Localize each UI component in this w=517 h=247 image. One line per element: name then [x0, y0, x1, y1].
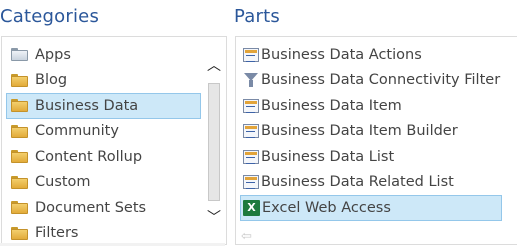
- excel-icon: X: [243, 199, 260, 216]
- category-item-filters[interactable]: Filters: [6, 221, 201, 245]
- categories-scrollbar[interactable]: ︿ ﹀: [204, 41, 224, 238]
- folder-icon: [11, 124, 28, 138]
- part-item-business-data-related-list[interactable]: Business Data Related List: [240, 170, 502, 196]
- part-label: Business Data Actions: [261, 46, 422, 63]
- web-part-icon: [243, 98, 259, 113]
- part-label: Business Data Related List: [261, 174, 454, 191]
- scrollbar-thumb[interactable]: [208, 83, 220, 201]
- folder-icon: [11, 175, 28, 189]
- category-label: Document Sets: [35, 199, 147, 216]
- part-item-business-data-item-builder[interactable]: Business Data Item Builder: [240, 119, 502, 145]
- parts-list: Business Data Actions Business Data Conn…: [240, 42, 517, 221]
- divider: [0, 243, 225, 246]
- part-item-excel-web-access[interactable]: X Excel Web Access: [240, 195, 502, 221]
- category-item-business-data[interactable]: Business Data: [6, 93, 201, 119]
- category-label: Custom: [35, 174, 91, 191]
- category-item-community[interactable]: Community: [6, 119, 201, 145]
- scroll-left-arrow-icon[interactable]: ⇦: [241, 229, 252, 244]
- category-label: Blog: [35, 72, 68, 89]
- chevron-up-icon[interactable]: ︿: [207, 59, 221, 73]
- folder-icon: [11, 150, 28, 164]
- category-item-document-sets[interactable]: Document Sets: [6, 195, 201, 221]
- part-item-business-data-actions[interactable]: Business Data Actions: [240, 42, 502, 68]
- category-label: Apps: [35, 46, 71, 63]
- part-label: Business Data Item: [261, 97, 402, 114]
- web-part-icon: [243, 149, 259, 164]
- part-item-business-data-list[interactable]: Business Data List: [240, 144, 502, 170]
- category-item-content-rollup[interactable]: Content Rollup: [6, 144, 201, 170]
- category-label: Business Data: [35, 97, 139, 114]
- categories-list: Apps Blog Business Data Community Conten…: [6, 42, 226, 245]
- part-label: Excel Web Access: [262, 199, 391, 216]
- category-item-apps[interactable]: Apps: [6, 42, 201, 68]
- apps-icon: [11, 48, 28, 62]
- category-item-blog[interactable]: Blog: [6, 68, 201, 94]
- part-label: Business Data List: [261, 148, 395, 165]
- category-label: Community: [35, 123, 119, 140]
- categories-heading: Categories: [0, 6, 100, 27]
- category-label: Content Rollup: [35, 148, 143, 165]
- chevron-down-icon[interactable]: ﹀: [207, 211, 221, 225]
- category-item-custom[interactable]: Custom: [6, 170, 201, 196]
- web-part-icon: [243, 124, 259, 139]
- folder-icon: [11, 99, 28, 113]
- part-label: Business Data Item Builder: [261, 123, 458, 140]
- parts-heading: Parts: [234, 6, 280, 27]
- category-label: Filters: [35, 225, 79, 242]
- part-item-business-data-item[interactable]: Business Data Item: [240, 93, 502, 119]
- web-part-icon: [243, 47, 259, 62]
- categories-list-panel: Apps Blog Business Data Community Conten…: [1, 36, 227, 245]
- filter-icon: [243, 72, 260, 88]
- folder-icon: [11, 201, 28, 215]
- part-item-business-data-connectivity-filter[interactable]: Business Data Connectivity Filter: [240, 68, 502, 94]
- folder-icon: [11, 73, 28, 87]
- folder-icon: [11, 226, 28, 240]
- part-label: Business Data Connectivity Filter: [261, 72, 501, 89]
- web-part-icon: [243, 175, 259, 190]
- parts-list-panel: Business Data Actions Business Data Conn…: [235, 36, 517, 245]
